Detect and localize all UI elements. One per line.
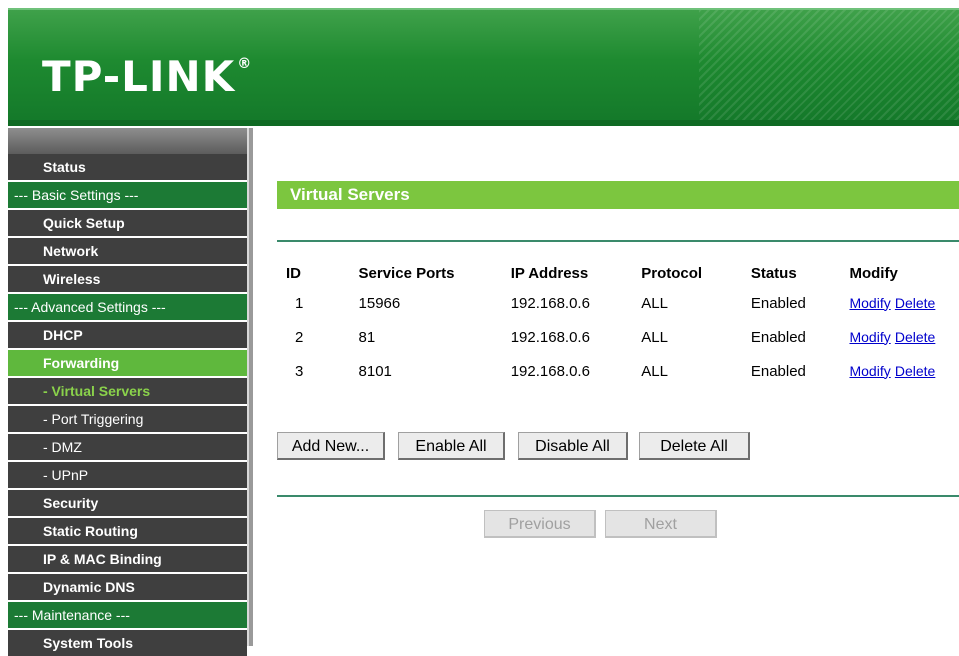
col-status-header: Status — [750, 264, 797, 282]
col-service-ports-header: Service Ports — [358, 264, 455, 282]
sidebar-item-ip-mac-binding[interactable]: IP & MAC Binding — [8, 546, 247, 572]
row-id: 1 — [295, 294, 304, 312]
sidebar-item-network[interactable]: Network — [8, 238, 247, 264]
row-service-ports: 8101 — [358, 362, 392, 380]
row-status: Enabled — [750, 328, 806, 346]
sidebar-item-upnp[interactable]: - UPnP — [8, 462, 247, 488]
modify-link[interactable]: Modify — [849, 363, 890, 379]
row-service-ports: 81 — [358, 328, 376, 346]
sidebar-menu: Status --- Basic Settings --- Quick Setup N… — [8, 128, 247, 656]
menu-list: Status --- Basic Settings --- Quick Setup N… — [8, 154, 247, 656]
sidebar-item-status[interactable]: Status — [8, 154, 247, 180]
header-bottom-bar — [8, 120, 959, 126]
bottom-divider-line — [277, 495, 959, 497]
enable-all-button[interactable]: Enable All — [398, 432, 505, 460]
sidebar-section-advanced-settings[interactable]: --- Advanced Settings --- — [8, 294, 247, 320]
col-modify-header: Modify — [849, 264, 898, 282]
delete-all-button[interactable]: Delete All — [639, 432, 750, 460]
sidebar-section-maintenance[interactable]: --- Maintenance --- — [8, 602, 247, 628]
sidebar-item-forwarding[interactable]: Forwarding — [8, 350, 247, 376]
sidebar-item-dmz[interactable]: - DMZ — [8, 434, 247, 460]
sidebar-item-port-triggering[interactable]: - Port Triggering — [8, 406, 247, 432]
sidebar-item-security[interactable]: Security — [8, 490, 247, 516]
header-stripes — [699, 10, 959, 122]
delete-link[interactable]: Delete — [895, 329, 935, 345]
col-id-header: ID — [286, 264, 301, 282]
disable-all-button[interactable]: Disable All — [518, 432, 628, 460]
col-ip-address-header: IP Address — [510, 264, 589, 282]
modify-link[interactable]: Modify — [849, 329, 890, 345]
sidebar-item-virtual-servers[interactable]: - Virtual Servers — [8, 378, 247, 404]
row-id: 2 — [295, 328, 304, 346]
registered-mark: ® — [237, 56, 253, 72]
tp-link-logo: TP-LINK ® — [42, 52, 252, 101]
row-actions: Modify Delete — [849, 354, 959, 388]
table-header-row: ID Service Ports IP Address Protocol Sta… — [277, 260, 959, 286]
logo-text: TP-LINK — [42, 52, 236, 101]
delete-link[interactable]: Delete — [895, 363, 935, 379]
table-body: 1 15966 192.168.0.6 ALL Enabled Modify Delete… — [277, 286, 959, 388]
sidebar-top-bar — [8, 128, 247, 154]
row-ip-address: 192.168.0.6 — [510, 362, 590, 380]
table-row: 1 15966 192.168.0.6 ALL Enabled Modify Delete — [277, 286, 959, 320]
next-button[interactable]: Next — [605, 510, 717, 538]
sidebar-section-basic-settings[interactable]: --- Basic Settings --- — [8, 182, 247, 208]
row-actions: Modify Delete — [849, 286, 959, 320]
sidebar-item-dhcp[interactable]: DHCP — [8, 322, 247, 348]
sidebar-item-static-routing[interactable]: Static Routing — [8, 518, 247, 544]
previous-button[interactable]: Previous — [484, 510, 596, 538]
row-protocol: ALL — [641, 328, 668, 346]
table-row: 2 81 192.168.0.6 ALL Enabled Modify Delete — [277, 320, 959, 354]
row-id: 3 — [295, 362, 304, 380]
sidebar-item-dynamic-dns[interactable]: Dynamic DNS — [8, 574, 247, 600]
row-actions: Modify Delete — [849, 320, 959, 354]
row-protocol: ALL — [641, 294, 668, 312]
row-ip-address: 192.168.0.6 — [510, 294, 590, 312]
sidebar-item-system-tools[interactable]: System Tools — [8, 630, 247, 656]
add-new-button[interactable]: Add New... — [277, 432, 385, 460]
header-banner: TP-LINK ® — [8, 8, 959, 122]
delete-link[interactable]: Delete — [895, 295, 935, 311]
virtual-servers-table: ID Service Ports IP Address Protocol Sta… — [277, 260, 959, 388]
table-row: 3 8101 192.168.0.6 ALL Enabled Modify Delete — [277, 354, 959, 388]
page-title: Virtual Servers — [277, 181, 959, 209]
row-ip-address: 192.168.0.6 — [510, 328, 590, 346]
row-service-ports: 15966 — [358, 294, 401, 312]
row-protocol: ALL — [641, 362, 668, 380]
sidebar-item-quick-setup[interactable]: Quick Setup — [8, 210, 247, 236]
row-status: Enabled — [750, 294, 806, 312]
sidebar-item-wireless[interactable]: Wireless — [8, 266, 247, 292]
row-status: Enabled — [750, 362, 806, 380]
modify-link[interactable]: Modify — [849, 295, 890, 311]
top-divider-line — [277, 240, 959, 242]
col-protocol-header: Protocol — [641, 264, 703, 282]
main-content: Virtual Servers ID Service Ports IP Addr… — [253, 128, 959, 646]
